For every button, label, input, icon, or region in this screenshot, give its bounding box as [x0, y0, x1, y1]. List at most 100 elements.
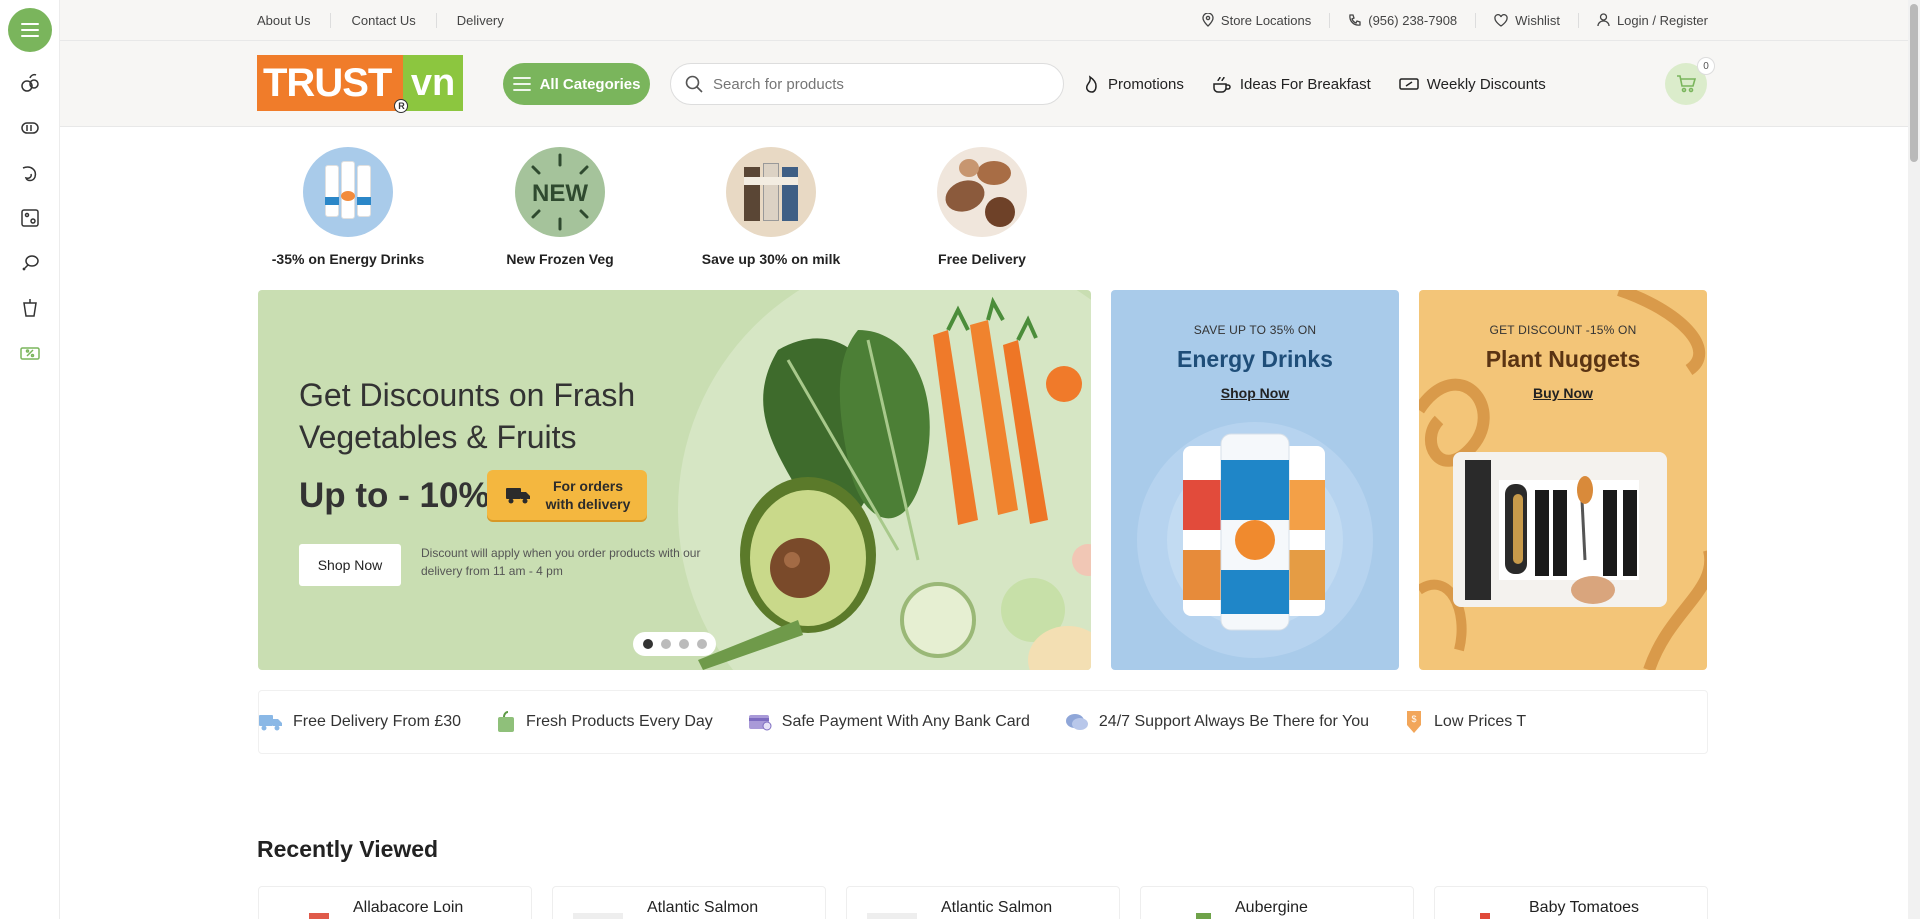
- hero-delivery-tag-text: For orders with delivery: [545, 478, 631, 512]
- flame-icon: [1086, 75, 1097, 93]
- feature-safe-payment: Safe Payment With Any Bank Card: [748, 713, 1030, 731]
- carousel-dot-2[interactable]: [660, 639, 671, 649]
- hero-discount: Up to - 10%: [299, 476, 490, 515]
- feature-free-delivery: Free Delivery From £30: [259, 713, 461, 731]
- story-milk-label: Save up 30% on milk: [701, 251, 841, 267]
- phone-link[interactable]: (956) 238-7908: [1329, 12, 1475, 28]
- recent-product-image: [1161, 913, 1211, 919]
- weekly-discounts-link[interactable]: Weekly Discounts: [1399, 76, 1546, 93]
- shrimp-icon[interactable]: [18, 161, 42, 185]
- contact-us-link[interactable]: Contact Us: [330, 12, 435, 28]
- chicken-leg-icon[interactable]: [18, 251, 42, 275]
- hero-shop-now-button[interactable]: Shop Now: [299, 544, 401, 586]
- ideas-for-breakfast-link[interactable]: Ideas For Breakfast: [1212, 75, 1371, 93]
- recent-product-name: Allabacore Loin: [353, 899, 464, 916]
- feature-support-label: 24/7 Support Always Be There for You: [1098, 713, 1370, 730]
- bread-icon[interactable]: [18, 116, 42, 140]
- story-free-delivery-label: Free Delivery: [938, 251, 1026, 267]
- plant-nuggets-package-image: [1453, 452, 1667, 607]
- delivery-truck-icon: [259, 715, 282, 731]
- hero-note: Discount will apply when you order produ…: [421, 546, 701, 578]
- features-strip: Free Delivery From £30 Fresh Products Ev…: [258, 690, 1708, 754]
- price-tag-icon: $: [1407, 711, 1422, 733]
- story-new-badge-text: NEW: [532, 180, 588, 207]
- story-free-delivery-image: [937, 147, 1027, 237]
- story-new-frozen-veg-label: New Frozen Veg: [506, 251, 614, 267]
- store-locations-link[interactable]: Store Locations: [1184, 13, 1329, 28]
- feature-low-prices-label: Low Prices T: [1434, 713, 1527, 730]
- promo-plant-nuggets: GET DISCOUNT -15% ON Plant Nuggets Buy N…: [1419, 290, 1707, 670]
- hamburger-icon: [512, 77, 531, 91]
- promo-energy-drinks-kicker: SAVE UP TO 35% ON: [1193, 323, 1317, 337]
- feature-safe-payment-label: Safe Payment With Any Bank Card: [781, 713, 1030, 730]
- promo-plant-nuggets-title: Plant Nuggets: [1485, 346, 1641, 372]
- search-icon[interactable]: [685, 75, 703, 93]
- recent-product-card[interactable]: Aubergine: [1140, 886, 1414, 919]
- scrollbar-thumb[interactable]: [1910, 4, 1918, 162]
- recent-product-name: Aubergine: [1235, 899, 1308, 916]
- promotions-link[interactable]: Promotions: [1084, 75, 1184, 93]
- phone-icon: [1349, 13, 1361, 26]
- delivery-link[interactable]: Delivery: [435, 12, 524, 28]
- discount-ticket-icon[interactable]: [18, 341, 42, 365]
- recent-product-card[interactable]: Atlantic Salmon: [552, 886, 826, 919]
- wishlist-label: Wishlist: [1515, 12, 1560, 28]
- story-energy-drinks[interactable]: -35% on Energy Drinks: [268, 147, 428, 267]
- carousel-dot-1[interactable]: [642, 639, 653, 649]
- story-milk[interactable]: Save up 30% on milk: [691, 147, 851, 267]
- story-energy-drinks-label: -35% on Energy Drinks: [271, 251, 425, 267]
- user-icon: [1597, 13, 1610, 27]
- meat-icon[interactable]: [18, 206, 42, 230]
- feature-fresh-products: Fresh Products Every Day: [496, 711, 713, 733]
- location-pin-icon: [1202, 13, 1214, 27]
- promotions-label: Promotions: [1108, 75, 1184, 93]
- phone-number: (956) 238-7908: [1368, 12, 1458, 28]
- site-logo[interactable]: TRUST R vn: [257, 55, 463, 113]
- drink-icon[interactable]: [18, 296, 42, 320]
- fruit-icon[interactable]: [18, 71, 42, 95]
- recent-product-card[interactable]: Allabacore Loin: [258, 886, 532, 919]
- recent-product-image: [573, 913, 623, 919]
- carousel-dot-3[interactable]: [678, 639, 689, 649]
- store-locations-label: Store Locations: [1220, 12, 1312, 28]
- page-scrollbar[interactable]: [1908, 0, 1920, 919]
- ticket-icon: [1399, 78, 1419, 90]
- all-categories-button[interactable]: All Categories: [503, 63, 650, 105]
- story-new-frozen-veg[interactable]: NEW New Frozen Veg: [480, 147, 640, 267]
- story-new-frozen-veg-image: NEW: [515, 147, 605, 237]
- registered-mark-icon: R: [394, 99, 408, 113]
- carousel-dots: [633, 632, 716, 656]
- menu-icon[interactable]: [8, 8, 52, 52]
- story-free-delivery[interactable]: Free Delivery: [902, 147, 1062, 267]
- cart-icon: [1677, 75, 1696, 93]
- card-icon: [748, 715, 772, 731]
- recent-product-name: Atlantic Salmon: [941, 899, 1053, 916]
- login-register-link[interactable]: Login / Register: [1577, 12, 1708, 28]
- feature-support: 24/7 Support Always Be There for You: [1065, 712, 1369, 732]
- svg-text:$: $: [1412, 714, 1417, 724]
- promo-plant-nuggets-link[interactable]: Buy Now: [1533, 385, 1593, 401]
- chat-bubbles-icon: [1065, 714, 1088, 730]
- login-register-label: Login / Register: [1616, 12, 1708, 28]
- wishlist-link[interactable]: Wishlist: [1475, 12, 1578, 28]
- cart-button[interactable]: 0: [1665, 57, 1715, 105]
- promo-energy-drinks-title: Energy Drinks: [1177, 346, 1333, 372]
- carousel-dot-4[interactable]: [696, 639, 707, 649]
- weekly-discounts-label: Weekly Discounts: [1426, 75, 1546, 93]
- recent-product-card[interactable]: Baby Tomatoes: [1434, 886, 1708, 919]
- logo-text-right: vn: [403, 55, 463, 111]
- recent-product-image: [1455, 913, 1505, 919]
- promo-plant-nuggets-kicker: GET DISCOUNT -15% ON: [1489, 323, 1637, 337]
- about-us-link[interactable]: About Us: [257, 13, 330, 28]
- recent-product-image: [279, 913, 329, 919]
- feature-free-delivery-label: Free Delivery From £30: [293, 713, 462, 730]
- left-rail: [0, 0, 60, 919]
- search-input[interactable]: [713, 75, 1043, 93]
- cart-count-badge: 0: [1697, 57, 1715, 75]
- recent-product-name: Atlantic Salmon: [647, 899, 759, 916]
- feature-low-prices: $ Low Prices T: [1404, 710, 1526, 734]
- recent-product-card[interactable]: Atlantic Salmon: [846, 886, 1120, 919]
- hero-title: Get Discounts on Frash Vegetables & Frui…: [299, 377, 636, 455]
- story-milk-image: [726, 147, 816, 237]
- breakfast-icon: [1213, 76, 1231, 93]
